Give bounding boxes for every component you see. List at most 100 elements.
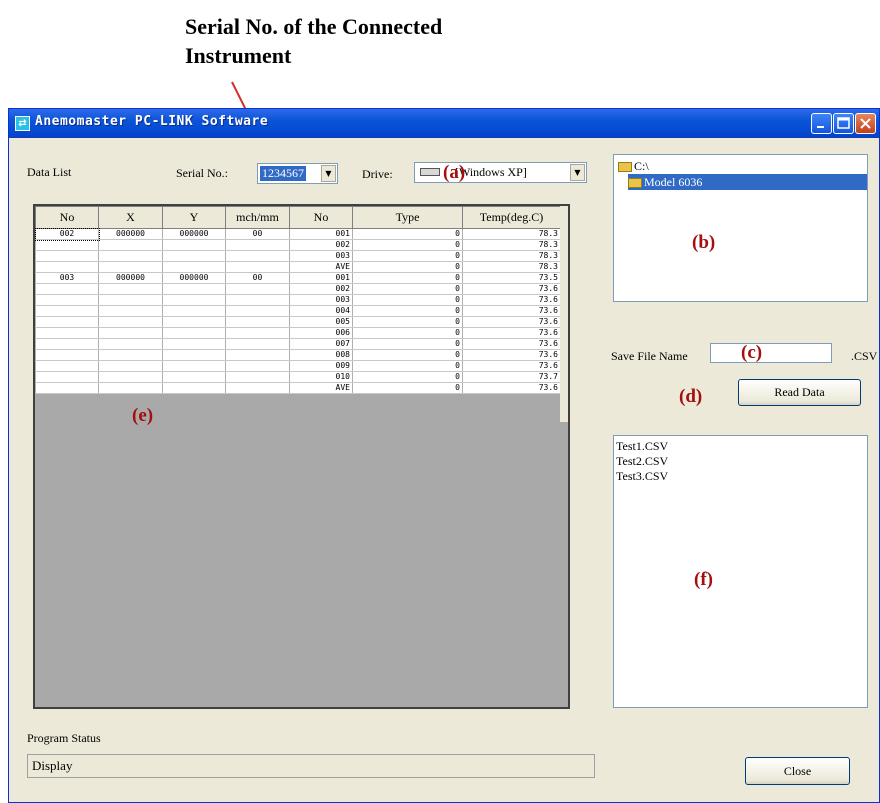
table-cell[interactable]: 73.6 (462, 305, 561, 317)
column-header[interactable]: X (98, 206, 163, 229)
table-cell[interactable] (35, 239, 99, 251)
table-cell[interactable]: 010 (289, 371, 353, 383)
table-row[interactable]: 006 0 73.6 (35, 327, 561, 339)
table-row[interactable]: 002 000000 000000 00 001 0 78.3 (34, 227, 561, 241)
table-cell[interactable]: 0 (352, 338, 463, 350)
table-cell[interactable] (98, 261, 163, 273)
table-cell[interactable] (162, 283, 226, 295)
table-row[interactable]: 005 0 73.6 (35, 316, 561, 328)
table-cell[interactable]: 73.6 (462, 327, 561, 339)
table-cell[interactable]: 0 (352, 305, 463, 317)
table-cell[interactable] (35, 382, 99, 394)
table-cell[interactable] (98, 316, 163, 328)
table-cell[interactable] (35, 371, 99, 383)
table-cell[interactable]: 0 (352, 283, 463, 295)
table-row[interactable]: 003 0 73.6 (35, 294, 561, 306)
minimize-icon[interactable] (811, 113, 832, 134)
title-bar[interactable]: ⇄ Anemomaster PC-LINK Software (9, 109, 879, 138)
table-cell[interactable]: 00 (225, 272, 290, 284)
table-cell[interactable] (98, 305, 163, 317)
table-cell[interactable]: 0 (352, 250, 463, 262)
table-cell[interactable]: 001 (289, 228, 353, 240)
table-row[interactable]: 002 0 78.3 (35, 239, 561, 251)
table-cell[interactable] (225, 371, 290, 383)
table-cell[interactable] (225, 338, 290, 350)
table-cell[interactable]: 73.6 (462, 349, 561, 361)
table-cell[interactable]: 78.3 (462, 250, 561, 262)
table-cell[interactable] (98, 294, 163, 306)
table-cell[interactable] (98, 360, 163, 372)
table-cell[interactable]: 0 (352, 239, 463, 251)
table-cell[interactable]: 001 (289, 272, 353, 284)
table-row[interactable]: 007 0 73.6 (35, 338, 561, 350)
table-cell[interactable] (162, 382, 226, 394)
table-cell[interactable]: 002 (289, 283, 353, 295)
tree-item-model[interactable]: Model 6036 (628, 174, 867, 190)
column-header[interactable]: mch/mm (225, 206, 290, 229)
table-cell[interactable] (98, 349, 163, 361)
column-header[interactable]: Type (352, 206, 463, 229)
table-cell[interactable] (98, 239, 163, 251)
table-cell[interactable]: 003 (289, 250, 353, 262)
table-row[interactable]: 008 0 73.6 (35, 349, 561, 361)
table-cell[interactable]: 78.3 (462, 228, 561, 240)
table-cell[interactable] (35, 294, 99, 306)
list-item[interactable]: Test3.CSV (614, 469, 867, 484)
column-header[interactable]: No (35, 206, 99, 229)
table-cell[interactable]: 002 (289, 239, 353, 251)
table-cell[interactable]: 006 (289, 327, 353, 339)
list-item[interactable]: Test1.CSV (614, 439, 867, 454)
table-cell[interactable] (98, 327, 163, 339)
chevron-down-icon[interactable]: ▼ (321, 165, 336, 182)
table-cell[interactable] (225, 239, 290, 251)
column-header[interactable]: Y (162, 206, 226, 229)
table-cell[interactable]: 0 (352, 294, 463, 306)
table-cell[interactable] (35, 349, 99, 361)
table-row[interactable]: 003 0 78.3 (35, 250, 561, 262)
table-cell[interactable]: 73.6 (462, 316, 561, 328)
save-file-name-input[interactable] (710, 343, 832, 363)
table-cell[interactable]: 73.6 (462, 338, 561, 350)
data-grid[interactable]: No X Y mch/mm No Type Temp(deg.C) 002 000… (33, 204, 570, 709)
serial-select[interactable]: 1234567 ▼ (257, 163, 338, 184)
table-cell[interactable] (225, 305, 290, 317)
table-cell[interactable]: 73.6 (462, 294, 561, 306)
table-cell[interactable]: 0 (352, 316, 463, 328)
tree-item-root[interactable]: C:\ (618, 158, 653, 174)
table-cell[interactable] (162, 239, 226, 251)
table-cell[interactable]: 003 (35, 272, 99, 284)
table-cell[interactable]: 73.6 (462, 283, 561, 295)
maximize-icon[interactable] (833, 113, 854, 134)
table-cell[interactable]: 73.7 (462, 371, 561, 383)
column-header[interactable]: No (289, 206, 353, 229)
table-cell[interactable] (225, 261, 290, 273)
table-cell[interactable]: 78.3 (462, 239, 561, 251)
table-cell[interactable] (162, 349, 226, 361)
table-cell[interactable]: 0 (352, 382, 463, 394)
table-cell[interactable] (225, 382, 290, 394)
table-cell[interactable]: 78.3 (462, 261, 561, 273)
table-cell[interactable]: 000000 (98, 228, 163, 240)
table-cell[interactable] (35, 327, 99, 339)
column-header[interactable]: Temp(deg.C) (462, 206, 561, 229)
table-cell[interactable] (162, 338, 226, 350)
table-cell[interactable]: 73.6 (462, 382, 561, 394)
table-cell[interactable]: 007 (289, 338, 353, 350)
table-cell[interactable] (225, 327, 290, 339)
table-row[interactable]: 009 0 73.6 (35, 360, 561, 372)
table-cell[interactable]: 005 (289, 316, 353, 328)
table-cell[interactable]: AVE (289, 261, 353, 273)
table-row[interactable]: 003 000000 000000 00 001 0 73.5 (35, 272, 561, 284)
table-cell[interactable] (98, 283, 163, 295)
table-cell[interactable] (225, 250, 290, 262)
table-cell[interactable]: 008 (289, 349, 353, 361)
table-cell[interactable] (98, 371, 163, 383)
grid-scrollbar[interactable] (560, 206, 568, 422)
table-cell[interactable]: AVE (289, 382, 353, 394)
folder-tree[interactable]: C:\ Model 6036 (613, 154, 868, 302)
table-cell[interactable]: 73.5 (462, 272, 561, 284)
table-cell[interactable]: 004 (289, 305, 353, 317)
table-row[interactable]: AVE 0 78.3 (35, 261, 561, 273)
table-row[interactable]: 010 0 73.7 (35, 371, 561, 383)
table-cell[interactable] (162, 327, 226, 339)
